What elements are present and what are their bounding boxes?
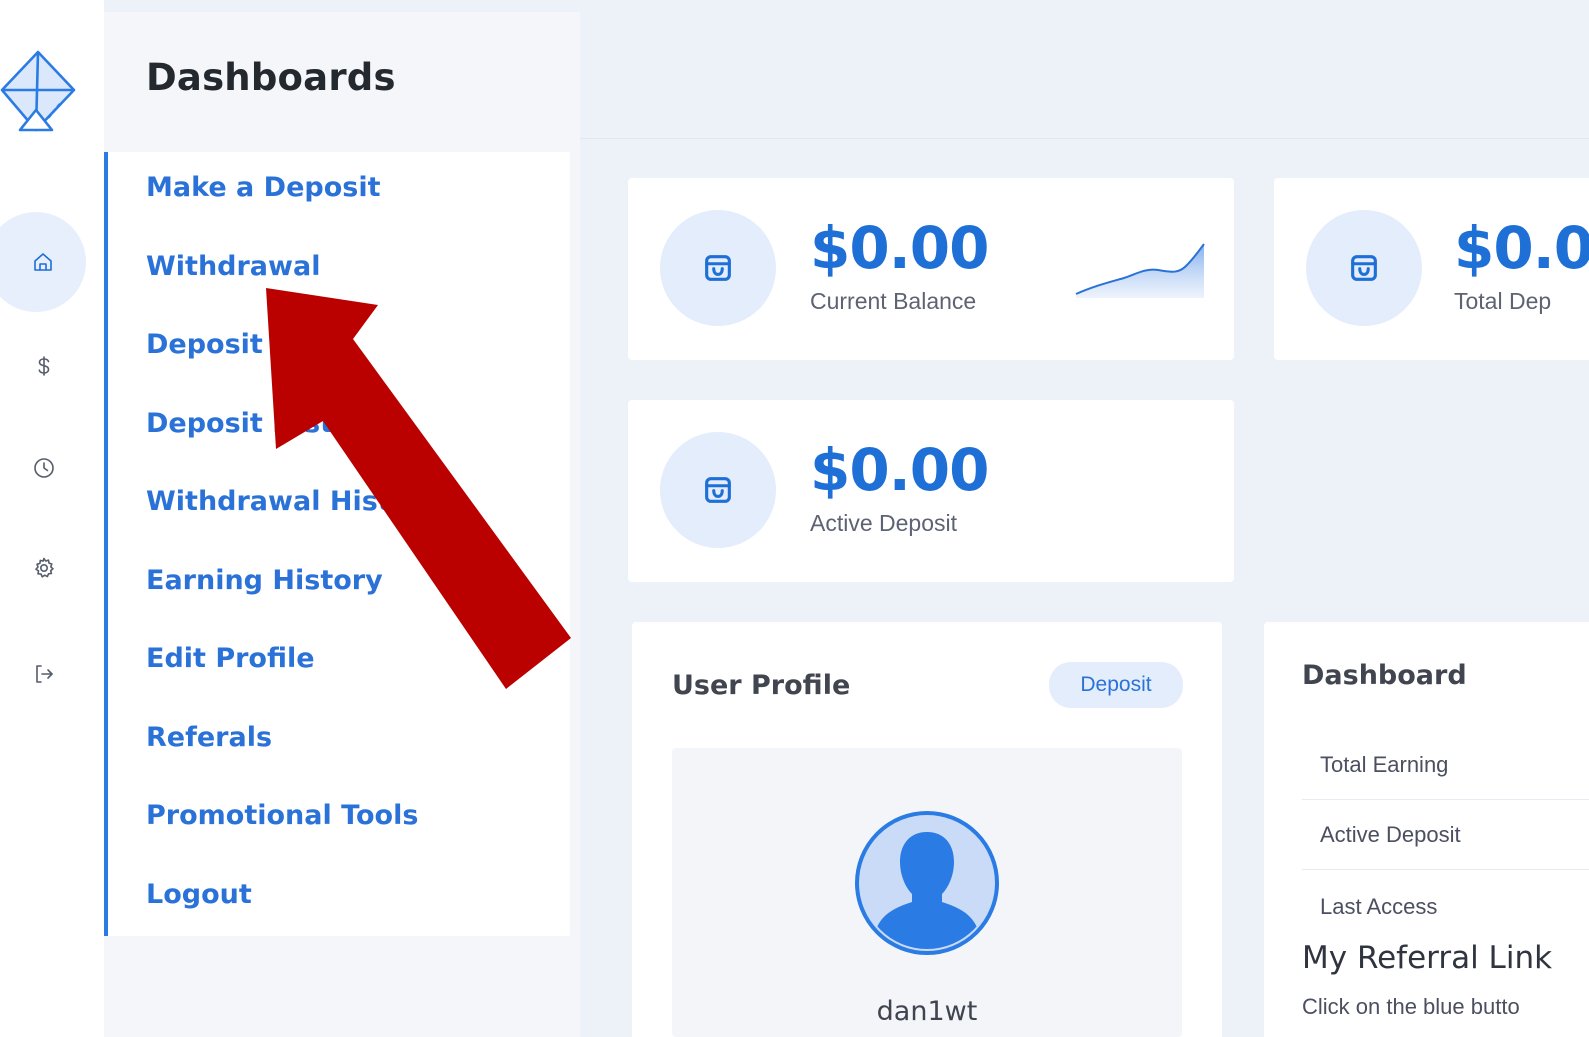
total-earning-label: Total Earning <box>1320 752 1449 777</box>
user-profile-title: User Profile <box>672 670 851 701</box>
total-deposit-icon-circle <box>1306 210 1422 326</box>
user-profile-card: User Profile Deposit dan1wt <box>632 622 1222 1037</box>
dashboard-card: Dashboard Total Earning Active Deposit L… <box>1264 622 1589 1037</box>
rail-history-button[interactable] <box>0 418 88 518</box>
referral-link-description: Click on the blue butto <box>1302 994 1520 1019</box>
logout-icon <box>36 665 53 683</box>
bag-icon <box>705 477 731 503</box>
rail-home-button[interactable] <box>0 212 86 312</box>
last-access-label: Last Access <box>1320 894 1438 919</box>
menu-item-withdrawal-history[interactable]: Withdrawal Histo <box>146 486 409 517</box>
row-divider <box>1302 799 1589 800</box>
menu-list: Make a Deposit Withdrawal Deposit L Depo… <box>104 152 570 936</box>
clock-icon <box>34 458 54 478</box>
dollar-icon <box>38 356 50 376</box>
menu-item-earning-history[interactable]: Earning History <box>146 565 383 596</box>
menu-item-referals[interactable]: Referals <box>146 722 272 753</box>
active-deposit-value: $0.00 <box>810 436 989 504</box>
profile-box: dan1wt <box>672 748 1182 1037</box>
home-icon <box>34 253 52 271</box>
current-balance-icon-circle <box>660 210 776 326</box>
total-deposit-label: Total Dep <box>1454 288 1552 314</box>
bag-icon <box>705 255 731 281</box>
user-avatar-icon <box>855 811 999 955</box>
active-deposit-label: Active Deposit <box>810 510 958 536</box>
top-bar <box>580 12 1589 139</box>
gear-icon <box>35 557 54 578</box>
menu-item-logout[interactable]: Logout <box>146 879 252 910</box>
menu-item-deposit-list[interactable]: Deposit L <box>146 329 289 360</box>
current-balance-value: $0.00 <box>810 214 989 282</box>
rail-logout-button[interactable] <box>0 624 88 724</box>
menu-panel: Dashboards Make a Deposit Withdrawal Dep… <box>104 12 580 1037</box>
deposit-button[interactable]: Deposit <box>1049 662 1183 708</box>
current-balance-label: Current Balance <box>810 288 977 314</box>
menu-item-withdrawal[interactable]: Withdrawal <box>146 251 320 282</box>
kite-logo-icon[interactable] <box>0 48 78 134</box>
icon-rail <box>0 0 104 1037</box>
menu-item-promotional-tools[interactable]: Promotional Tools <box>146 800 418 831</box>
active-deposit-icon-circle <box>660 432 776 548</box>
active-deposit-card: $0.00 Active Deposit <box>628 400 1234 582</box>
active-deposit-row-label: Active Deposit <box>1320 822 1461 847</box>
menu-item-edit-profile[interactable]: Edit Profile <box>146 643 315 674</box>
total-deposit-value: $0.0 <box>1454 214 1589 282</box>
balance-sparkline <box>1075 243 1205 298</box>
rail-dollar-button[interactable] <box>0 316 88 416</box>
menu-title: Dashboards <box>146 56 396 99</box>
dashboard-title: Dashboard <box>1302 660 1467 691</box>
referral-link-title: My Referral Link <box>1302 940 1553 976</box>
total-deposit-card: $0.0 Total Dep <box>1274 178 1589 360</box>
row-divider <box>1302 869 1589 870</box>
username: dan1wt <box>876 996 978 1027</box>
rail-settings-button[interactable] <box>0 518 88 618</box>
menu-item-deposit-history[interactable]: Deposit Histo <box>146 408 352 439</box>
menu-item-make-deposit[interactable]: Make a Deposit <box>146 172 380 203</box>
current-balance-card: $0.00 Current Balance <box>628 178 1234 360</box>
bag-icon <box>1351 255 1377 281</box>
